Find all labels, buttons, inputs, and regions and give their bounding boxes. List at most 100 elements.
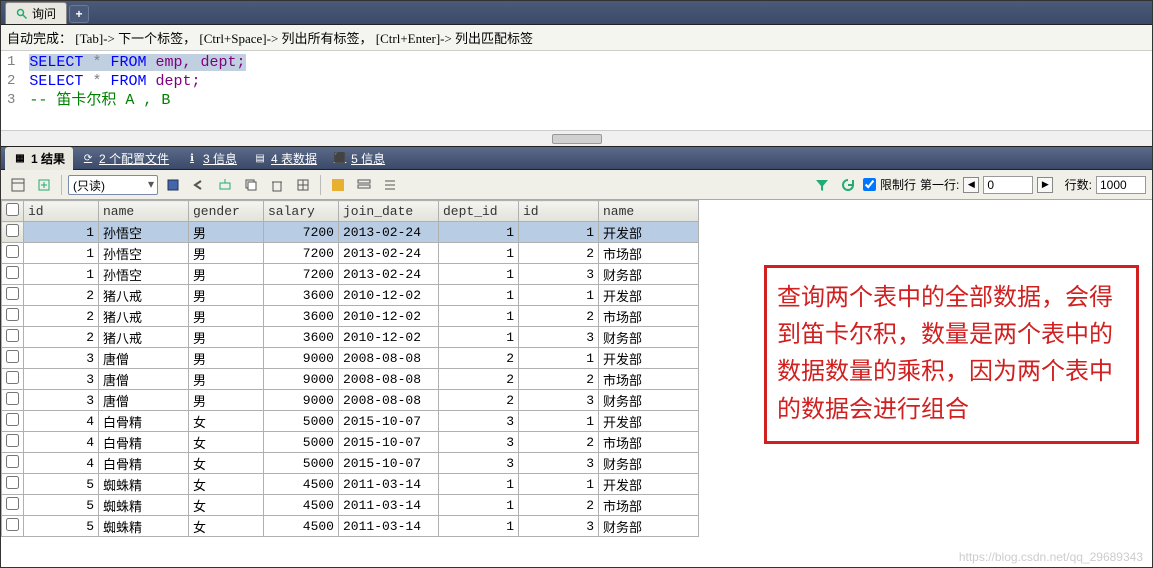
copy-button[interactable] — [240, 174, 262, 196]
cell-dept-id[interactable]: 1 — [439, 474, 519, 495]
cell-salary[interactable]: 7200 — [264, 264, 339, 285]
cell-dept-id[interactable]: 2 — [439, 369, 519, 390]
col-salary[interactable]: salary — [264, 201, 339, 222]
table-row[interactable]: 3唐僧男90002008-08-0823财务部 — [2, 390, 699, 411]
row-checkbox[interactable] — [2, 243, 24, 264]
table-row[interactable]: 2猪八戒男36002010-12-0213财务部 — [2, 327, 699, 348]
cell-salary[interactable]: 3600 — [264, 306, 339, 327]
cell-id2[interactable]: 1 — [519, 285, 599, 306]
col-join-date[interactable]: join_date — [339, 201, 439, 222]
cell-join-date[interactable]: 2010-12-02 — [339, 327, 439, 348]
cell-name2[interactable]: 财务部 — [599, 516, 699, 537]
row-checkbox[interactable] — [2, 348, 24, 369]
cell-name2[interactable]: 市场部 — [599, 495, 699, 516]
tab-tabledata[interactable]: ▤ 4 表数据 — [245, 147, 325, 170]
cell-id[interactable]: 5 — [24, 474, 99, 495]
cell-gender[interactable]: 男 — [189, 348, 264, 369]
cell-id2[interactable]: 2 — [519, 243, 599, 264]
cell-dept-id[interactable]: 1 — [439, 222, 519, 243]
cell-name[interactable]: 孙悟空 — [99, 243, 189, 264]
cell-join-date[interactable]: 2013-02-24 — [339, 222, 439, 243]
select-all-header[interactable] — [2, 201, 24, 222]
table-row[interactable]: 5蜘蛛精女45002011-03-1412市场部 — [2, 495, 699, 516]
cell-gender[interactable]: 男 — [189, 327, 264, 348]
new-tab-button[interactable]: + — [69, 5, 89, 23]
cell-dept-id[interactable]: 3 — [439, 411, 519, 432]
cell-dept-id[interactable]: 1 — [439, 495, 519, 516]
cell-name[interactable]: 白骨精 — [99, 411, 189, 432]
cell-name[interactable]: 猪八戒 — [99, 327, 189, 348]
table-row[interactable]: 1孙悟空男72002013-02-2411开发部 — [2, 222, 699, 243]
cell-id2[interactable]: 3 — [519, 390, 599, 411]
cell-salary[interactable]: 4500 — [264, 495, 339, 516]
cell-gender[interactable]: 女 — [189, 411, 264, 432]
table-row[interactable]: 4白骨精女50002015-10-0733财务部 — [2, 453, 699, 474]
cell-id2[interactable]: 2 — [519, 432, 599, 453]
cell-join-date[interactable]: 2013-02-24 — [339, 264, 439, 285]
cell-dept-id[interactable]: 3 — [439, 432, 519, 453]
cell-join-date[interactable]: 2015-10-07 — [339, 411, 439, 432]
row-checkbox[interactable] — [2, 369, 24, 390]
cell-id[interactable]: 1 — [24, 243, 99, 264]
cell-name[interactable]: 孙悟空 — [99, 264, 189, 285]
cell-join-date[interactable]: 2008-08-08 — [339, 369, 439, 390]
cell-name2[interactable]: 财务部 — [599, 453, 699, 474]
sql-editor[interactable]: 1 2 3 SELECT * FROM emp, dept; SELECT * … — [1, 51, 1152, 146]
cell-id2[interactable]: 3 — [519, 516, 599, 537]
cell-id2[interactable]: 2 — [519, 369, 599, 390]
cell-gender[interactable]: 女 — [189, 516, 264, 537]
table-row[interactable]: 4白骨精女50002015-10-0732市场部 — [2, 432, 699, 453]
cell-id[interactable]: 2 — [24, 285, 99, 306]
limit-rows-checkbox[interactable] — [863, 178, 876, 191]
insert-row-button[interactable] — [7, 174, 29, 196]
refresh-button[interactable] — [837, 174, 859, 196]
cell-join-date[interactable]: 2011-03-14 — [339, 474, 439, 495]
cell-id[interactable]: 3 — [24, 369, 99, 390]
cell-dept-id[interactable]: 1 — [439, 306, 519, 327]
table-row[interactable]: 1孙悟空男72002013-02-2412市场部 — [2, 243, 699, 264]
row-checkbox[interactable] — [2, 390, 24, 411]
cell-salary[interactable]: 3600 — [264, 285, 339, 306]
save-button[interactable] — [162, 174, 184, 196]
cell-dept-id[interactable]: 1 — [439, 516, 519, 537]
row-checkbox[interactable] — [2, 411, 24, 432]
cell-join-date[interactable]: 2015-10-07 — [339, 453, 439, 474]
table-row[interactable]: 1孙悟空男72002013-02-2413财务部 — [2, 264, 699, 285]
cell-gender[interactable]: 男 — [189, 264, 264, 285]
row-checkbox[interactable] — [2, 474, 24, 495]
cell-dept-id[interactable]: 3 — [439, 453, 519, 474]
cell-name2[interactable]: 开发部 — [599, 285, 699, 306]
cell-salary[interactable]: 4500 — [264, 474, 339, 495]
grid-button[interactable] — [292, 174, 314, 196]
table-row[interactable]: 5蜘蛛精女45002011-03-1413财务部 — [2, 516, 699, 537]
cell-id2[interactable]: 3 — [519, 264, 599, 285]
cell-id[interactable]: 1 — [24, 222, 99, 243]
cell-name2[interactable]: 市场部 — [599, 432, 699, 453]
cell-id[interactable]: 1 — [24, 264, 99, 285]
tab-info[interactable]: ℹ 3 信息 — [177, 147, 245, 170]
cell-name[interactable]: 唐僧 — [99, 369, 189, 390]
cell-salary[interactable]: 5000 — [264, 432, 339, 453]
table-row[interactable]: 3唐僧男90002008-08-0821开发部 — [2, 348, 699, 369]
cell-join-date[interactable]: 2010-12-02 — [339, 285, 439, 306]
cell-salary[interactable]: 9000 — [264, 369, 339, 390]
cell-salary[interactable]: 3600 — [264, 327, 339, 348]
cell-dept-id[interactable]: 1 — [439, 327, 519, 348]
cell-id2[interactable]: 1 — [519, 348, 599, 369]
filter-button[interactable] — [811, 174, 833, 196]
cell-gender[interactable]: 男 — [189, 306, 264, 327]
cell-id[interactable]: 4 — [24, 432, 99, 453]
undo-button[interactable] — [188, 174, 210, 196]
cell-name2[interactable]: 开发部 — [599, 222, 699, 243]
first-row-prev[interactable]: ◀ — [963, 177, 979, 193]
delete-button[interactable] — [266, 174, 288, 196]
table-row[interactable]: 4白骨精女50002015-10-0731开发部 — [2, 411, 699, 432]
cell-join-date[interactable]: 2008-08-08 — [339, 390, 439, 411]
cell-name2[interactable]: 市场部 — [599, 369, 699, 390]
edit-mode-select[interactable]: (只读) — [68, 175, 158, 195]
tab-results[interactable]: ▦ 1 结果 — [5, 147, 73, 170]
view-text-button[interactable] — [379, 174, 401, 196]
cell-join-date[interactable]: 2011-03-14 — [339, 516, 439, 537]
code-area[interactable]: SELECT * FROM emp, dept; SELECT * FROM d… — [29, 51, 245, 112]
cell-id[interactable]: 4 — [24, 453, 99, 474]
